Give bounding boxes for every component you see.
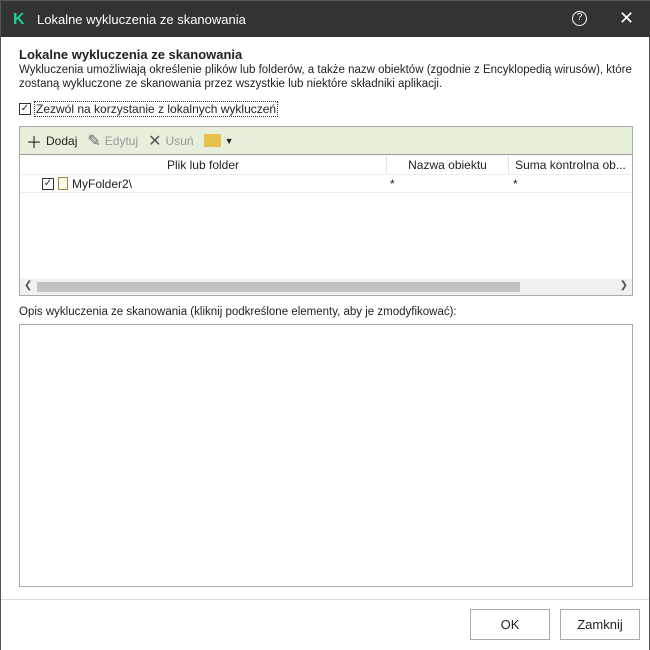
exclusions-table: ＋ Dodaj ✎ Edytuj ✕ Usuń ▼ Plik lub folder N… bbox=[19, 126, 633, 296]
table-row[interactable]: ✓ MyFolder2\ * * bbox=[20, 175, 632, 193]
toolbar: ＋ Dodaj ✎ Edytuj ✕ Usuń ▼ bbox=[20, 127, 632, 155]
description-text: Wykluczenia umożliwiają określenie plikó… bbox=[19, 64, 632, 90]
delete-button[interactable]: ✕ Usuń bbox=[148, 131, 193, 151]
exclusion-description-box bbox=[19, 324, 633, 587]
row-checkbox[interactable]: ✓ bbox=[42, 177, 54, 190]
dialog-window: K Lokalne wykluczenia ze skanowania ? ✕ … bbox=[0, 0, 650, 650]
scroll-left-icon[interactable]: ❮ bbox=[24, 280, 32, 291]
horizontal-scrollbar[interactable]: ❮ ❯ bbox=[20, 279, 632, 295]
edit-button[interactable]: ✎ Edytuj bbox=[87, 131, 138, 151]
row-path: MyFolder2\ bbox=[72, 176, 133, 191]
column-header-object[interactable]: Nazwa obiektu bbox=[387, 155, 509, 174]
ok-button[interactable]: OK bbox=[470, 609, 550, 640]
table-header: Plik lub folder Nazwa obiektu Suma kontr… bbox=[20, 155, 632, 175]
scroll-right-icon[interactable]: ❯ bbox=[620, 280, 628, 291]
checkbox-label: Zezwól na korzystanie z lokalnych wykluc… bbox=[34, 101, 279, 117]
dropdown-arrow-icon: ▼ bbox=[224, 135, 234, 146]
scrollbar-thumb[interactable] bbox=[37, 282, 520, 292]
row-object: * bbox=[390, 177, 395, 191]
column-header-checksum[interactable]: Suma kontrolna ob... bbox=[509, 155, 632, 174]
close-icon[interactable]: ✕ bbox=[619, 8, 634, 29]
checkbox-icon[interactable]: ✓ bbox=[19, 103, 31, 115]
folder-icon bbox=[203, 134, 221, 147]
page-title: Lokalne wykluczenia ze skanowania bbox=[19, 47, 243, 62]
footer: OK Zamknij bbox=[1, 599, 649, 650]
delete-label: Usuń bbox=[165, 133, 194, 148]
close-button[interactable]: Zamknij bbox=[560, 609, 640, 640]
column-header-path[interactable]: Plik lub folder bbox=[20, 155, 387, 174]
file-icon bbox=[58, 177, 68, 190]
title-bar: K Lokalne wykluczenia ze skanowania ? ✕ bbox=[1, 1, 650, 37]
row-checksum: * bbox=[513, 177, 518, 191]
kaspersky-logo-icon: K bbox=[13, 11, 25, 28]
add-button[interactable]: ＋ Dodaj bbox=[26, 129, 77, 153]
help-icon[interactable]: ? bbox=[572, 11, 587, 26]
exclusion-description-label: Opis wykluczenia ze skanowania (kliknij … bbox=[19, 306, 457, 318]
edit-label: Edytuj bbox=[104, 133, 139, 148]
plus-icon: ＋ bbox=[26, 134, 43, 152]
x-icon: ✕ bbox=[148, 132, 162, 150]
pencil-icon: ✎ bbox=[87, 132, 101, 150]
add-label: Dodaj bbox=[46, 133, 78, 148]
window-title: Lokalne wykluczenia ze skanowania bbox=[37, 12, 246, 27]
allow-local-exclusions-checkbox[interactable]: ✓ Zezwól na korzystanie z lokalnych wykl… bbox=[19, 101, 279, 117]
folder-menu-button[interactable]: ▼ bbox=[203, 134, 234, 147]
